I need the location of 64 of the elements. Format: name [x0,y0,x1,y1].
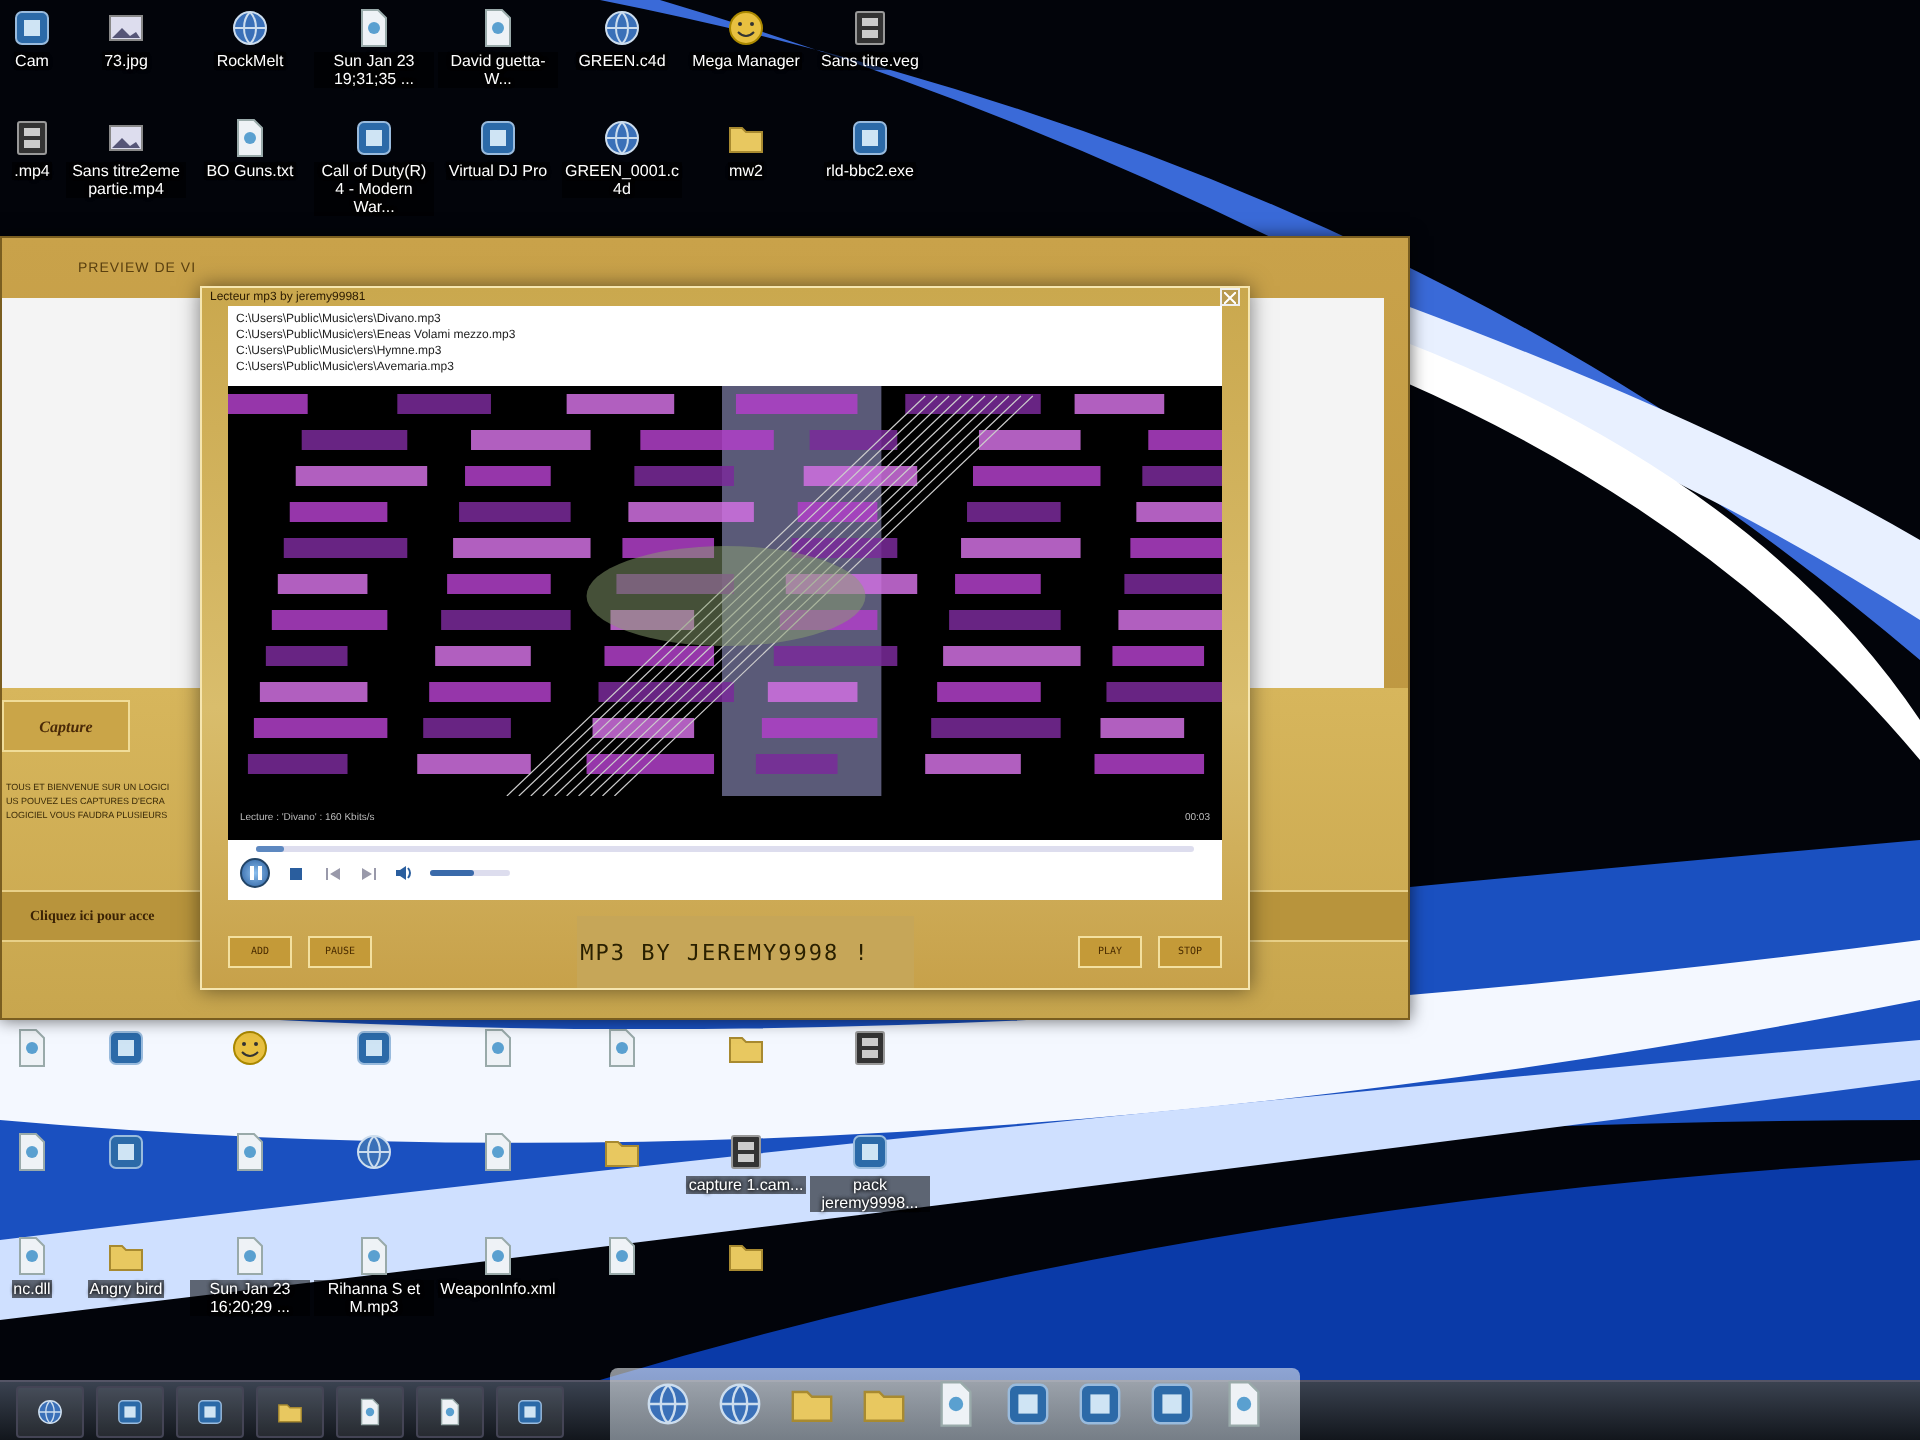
taskbar-button[interactable] [96,1385,164,1437]
smiley-icon [230,1028,270,1068]
close-button[interactable] [1220,288,1240,306]
app-icon [106,1132,146,1172]
document-icon [356,1397,384,1425]
stop-button[interactable] [286,863,306,883]
app-icon [516,1397,544,1425]
banner-text: MP3 BY JEREMY9998 ! [580,939,870,965]
globe-icon [643,1380,691,1428]
film-icon [12,118,52,158]
desktop-icon-label[interactable]: Sun Jan 23 16;20;29 ... [190,1280,310,1316]
app-icon [116,1397,144,1425]
film-icon [850,1028,890,1068]
smiley-icon [726,8,766,48]
taskbar-button[interactable] [256,1385,324,1437]
previous-icon [325,867,339,879]
app-icon [354,118,394,158]
stop-icon [290,867,302,879]
desktop-icon-label[interactable]: Call of Duty(R) 4 - Modern War... [314,162,434,216]
globe-icon [36,1397,64,1425]
film-icon [726,1132,766,1172]
close-icon [1224,291,1236,303]
desktop-icon-label[interactable]: 73.jpg [102,52,150,70]
globe-icon [602,8,642,48]
desktop-icon-label[interactable]: .mp4 [12,162,52,180]
pause-icon [249,866,261,880]
app-icon [196,1397,224,1425]
taskbar-button[interactable] [16,1385,84,1437]
taskbar-button[interactable] [176,1385,244,1437]
volume-slider[interactable] [430,870,510,876]
document-icon [436,1397,464,1425]
film-icon [850,8,890,48]
volume-button[interactable] [394,863,414,883]
taskbar-button[interactable] [496,1385,564,1437]
desktop-icon-label[interactable]: Sans titre2eme partie.mp4 [66,162,186,198]
play-pause-button[interactable] [240,858,270,888]
app-icon [1075,1380,1123,1428]
speaker-icon [395,866,413,880]
app-icon [12,8,52,48]
app-icon [478,118,518,158]
app-icon [1003,1380,1051,1428]
desktop-icon-label[interactable]: Sun Jan 23 19;31;35 ... [314,52,434,88]
globe-icon [602,118,642,158]
next-icon [361,867,375,879]
desktop-icon-label[interactable]: Virtual DJ Pro [446,162,550,180]
app-icon [850,1132,890,1172]
desktop-icon-label[interactable]: capture 1.cam... [686,1176,806,1194]
globe-icon [230,8,270,48]
globe-icon [715,1380,763,1428]
globe-icon [354,1132,394,1172]
taskbar-button[interactable] [416,1385,484,1437]
next-button[interactable] [358,863,378,883]
desktop-icon-label[interactable]: pack jeremy9998... [810,1176,930,1212]
app-icon [106,1028,146,1068]
app-icon [354,1028,394,1068]
app-icon [850,118,890,158]
desktop-icon-label[interactable]: David guetta-W... [438,52,558,88]
taskbar-button[interactable] [336,1385,404,1437]
app-icon [1147,1380,1195,1428]
seek-slider[interactable] [256,846,1194,852]
desktop-icon-label[interactable]: GREEN_0001.c4d [562,162,682,198]
desktop-icon-label[interactable]: Rihanna S et M.mp3 [314,1280,434,1316]
capture-button[interactable]: Capture [2,700,130,752]
previous-button[interactable] [322,863,342,883]
